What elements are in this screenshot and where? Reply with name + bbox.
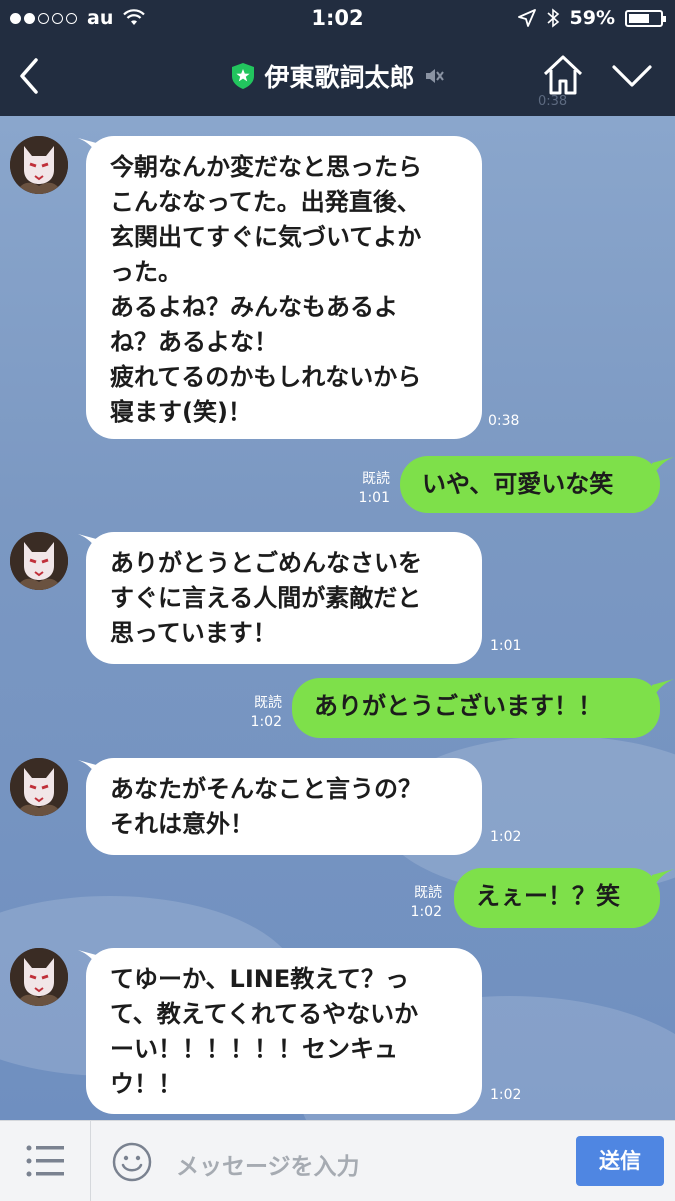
home-icon[interactable] <box>540 52 586 98</box>
battery-percent: 59% <box>569 7 615 29</box>
mute-icon <box>425 69 444 83</box>
avatar[interactable] <box>10 948 68 1006</box>
message-time: 1:02 <box>490 829 522 845</box>
message-meta: 既読 1:01 <box>350 470 390 508</box>
location-icon <box>517 9 536 27</box>
message-input-bar: メッセージを入力 送信 <box>0 1120 675 1201</box>
message-bubble-incoming[interactable]: ありがとうとごめんなさいを すぐに言える人間が素敵だと 思っています！ <box>86 532 482 664</box>
message-time: 1:02 <box>410 904 442 920</box>
chevron-down-icon[interactable] <box>610 58 654 94</box>
chat-area[interactable]: 今朝なんか変だなと思ったら こんななってた。出発直後、 玄関出てすぐに気づいてよ… <box>0 116 675 1120</box>
avatar-image <box>10 758 68 816</box>
menu-icon[interactable] <box>26 1143 66 1179</box>
avatar[interactable] <box>10 532 68 590</box>
status-bar-right: 59% <box>517 7 666 29</box>
header-timestamp: 0:38 <box>538 94 568 109</box>
chat-title: 伊東歌詞太郎 <box>264 63 415 92</box>
message-bubble-outgoing[interactable]: ありがとうございます！！ <box>292 678 660 738</box>
avatar-image <box>10 948 68 1006</box>
read-receipt: 既読 <box>254 695 282 711</box>
message-bubble-outgoing[interactable]: えぇー！？笑 <box>454 868 660 928</box>
avatar-image <box>10 532 68 590</box>
message-time: 1:01 <box>358 490 390 506</box>
avatar-image <box>10 136 68 194</box>
smile-icon[interactable] <box>112 1142 152 1182</box>
battery-icon <box>625 9 666 27</box>
message-time: 0:38 <box>488 413 520 429</box>
avatar[interactable] <box>10 136 68 194</box>
message-bubble-outgoing[interactable]: いや、可愛いな笑 <box>400 456 660 513</box>
avatar[interactable] <box>10 758 68 816</box>
message-time: 1:02 <box>250 714 282 730</box>
message-input[interactable]: メッセージを入力 <box>176 1147 360 1181</box>
message-bubble-incoming[interactable]: 今朝なんか変だなと思ったら こんななってた。出発直後、 玄関出てすぐに気づいてよ… <box>86 136 482 439</box>
status-bar: au 1:02 59% <box>0 0 675 36</box>
message-meta: 既読 1:02 <box>402 884 442 922</box>
send-button[interactable]: 送信 <box>576 1136 664 1186</box>
divider <box>90 1121 91 1201</box>
chat-header: 伊東歌詞太郎 0:38 <box>0 36 675 116</box>
message-bubble-incoming[interactable]: てゆーか、LINE教えて？っ て、教えてくれてるやないか ーい！！！！！！センキ… <box>86 948 482 1114</box>
read-receipt: 既読 <box>362 471 390 487</box>
message-time: 1:02 <box>490 1087 522 1103</box>
message-bubble-incoming[interactable]: あなたがそんなこと言うの？ それは意外！ <box>86 758 482 855</box>
bluetooth-icon <box>546 8 559 28</box>
message-time: 1:01 <box>490 638 522 654</box>
read-receipt: 既読 <box>414 885 442 901</box>
official-badge-icon <box>232 63 255 89</box>
message-meta: 既読 1:02 <box>242 694 282 732</box>
